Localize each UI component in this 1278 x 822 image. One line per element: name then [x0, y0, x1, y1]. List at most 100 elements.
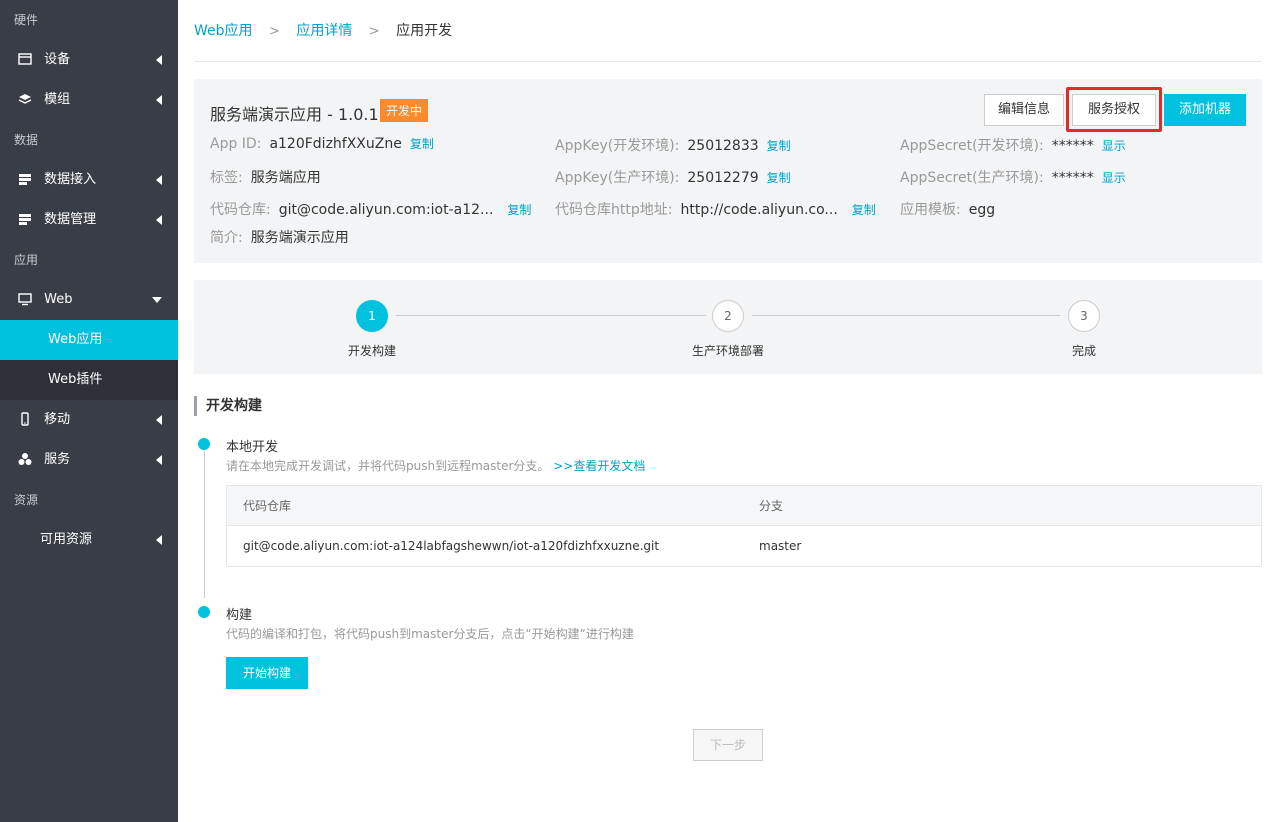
sidebar-item-data-manage[interactable]: 数据管理 [0, 200, 178, 240]
copy-appkey-dev-button[interactable]: 复制 [767, 139, 791, 153]
monitor-icon [18, 292, 32, 305]
local-dev-desc: 请在本地完成开发调试，并将代码push到远程master分支。 >>查看开发文档 [226, 457, 645, 474]
status-badge: 开发中 [380, 99, 429, 122]
chevron-left-icon [156, 215, 162, 225]
section-title: 开发构建 [194, 396, 262, 416]
chevron-left-icon [156, 175, 162, 185]
field-label: AppSecret(生产环境): [900, 170, 1044, 186]
breadcrumb-separator: > [268, 24, 280, 39]
sidebar-item-module[interactable]: 模组 [0, 80, 178, 120]
sidebar-section-hardware: 硬件 [14, 13, 39, 27]
field-label: 代码仓库: [210, 202, 271, 218]
timeline-dot [198, 606, 210, 618]
breadcrumb-web-app[interactable]: Web应用 [194, 23, 253, 39]
copy-repo-http-button[interactable]: 复制 [852, 203, 876, 217]
sidebar-item-label: 数据管理 [44, 212, 97, 227]
copy-app-id-button[interactable]: 复制 [410, 137, 434, 151]
sidebar-item-label: 数据接入 [44, 172, 97, 187]
field-value: ****** [1051, 138, 1094, 154]
timeline-line [204, 448, 205, 598]
start-build-button[interactable]: 开始构建 [226, 657, 308, 689]
sidebar-item-label: Web [44, 292, 73, 307]
add-machine-button[interactable]: 添加机器 [1164, 94, 1246, 126]
show-secret-dev-button[interactable]: 显示 [1102, 139, 1126, 153]
copy-repo-button[interactable]: 复制 [507, 203, 531, 217]
next-step-button[interactable]: 下一步 [693, 729, 763, 761]
step-2: 2 生产环境部署 [668, 300, 788, 359]
field-repo: 代码仓库: git@code.aliyun.com:iot-a12... 复制 [210, 199, 531, 219]
sidebar-item-data-access[interactable]: 数据接入 [0, 160, 178, 200]
database-icon [19, 213, 31, 225]
field-value: ****** [1051, 170, 1094, 186]
field-tag: 标签: 服务端应用 [210, 167, 321, 187]
field-app-id: App ID: a120FdizhfXXuZne 复制 [210, 135, 434, 152]
chevron-left-icon [156, 95, 162, 105]
chevron-left-icon [156, 55, 162, 65]
chevron-left-icon [156, 455, 162, 465]
field-appkey-prod: AppKey(生产环境): 25012279 复制 [555, 167, 791, 187]
build-desc: 代码的编译和打包，将代码push到master分支后，点击“开始构建”进行构建 [226, 627, 634, 641]
local-dev-desc-text: 请在本地完成开发调试，并将代码push到远程master分支。 [226, 459, 550, 473]
sidebar-item-web[interactable]: Web [0, 280, 178, 320]
breadcrumb-separator: > [368, 24, 380, 39]
field-template: 应用模板: egg [900, 199, 995, 219]
sidebar-item-device[interactable]: 设备 [0, 40, 178, 80]
field-value: egg [968, 202, 996, 218]
sidebar-item-label: 移动 [44, 412, 71, 427]
sidebar-item-mobile[interactable]: 移动 [0, 400, 178, 440]
step-number: 3 [1068, 300, 1100, 332]
table-row: git@code.aliyun.com:iot-a124labfagshewwn… [227, 526, 1261, 566]
sidebar-item-label: 服务 [44, 452, 71, 467]
sidebar-item-label: 可用资源 [40, 532, 93, 547]
step-connector [752, 315, 1060, 316]
local-dev-title: 本地开发 [226, 440, 279, 455]
timeline-dot [198, 438, 210, 450]
chevron-down-icon [152, 297, 162, 303]
repo-table: 代码仓库 分支 git@code.aliyun.com:iot-a124labf… [226, 485, 1262, 567]
service-auth-button[interactable]: 服务授权 [1072, 94, 1156, 126]
col-header-repo: 代码仓库 [243, 499, 292, 513]
field-value: 25012279 [687, 170, 759, 186]
field-secret-prod: AppSecret(生产环境): ****** 显示 [900, 167, 1126, 187]
step-label: 开发构建 [347, 344, 396, 358]
step-label: 完成 [1071, 344, 1096, 358]
field-desc: 简介: 服务端演示应用 [210, 227, 349, 247]
branch-name: master [759, 539, 802, 553]
step-number: 2 [712, 300, 744, 332]
step-indicator: 1 开发构建 2 生产环境部署 3 完成 [194, 280, 1262, 374]
sidebar-item-web-plugin[interactable]: Web插件 [0, 360, 178, 400]
field-label: AppSecret(开发环境): [900, 138, 1044, 154]
sidebar-item-service[interactable]: 服务 [0, 440, 178, 480]
cubes-icon [18, 452, 32, 465]
build-title: 构建 [226, 608, 253, 623]
chevron-left-icon [156, 535, 162, 545]
dev-doc-link[interactable]: >>查看开发文档 [553, 459, 645, 473]
field-value: http://code.aliyun.co... [680, 202, 838, 218]
edit-info-button[interactable]: 编辑信息 [984, 94, 1064, 126]
step-1: 1 开发构建 [312, 300, 432, 359]
field-secret-dev: AppSecret(开发环境): ****** 显示 [900, 135, 1126, 155]
repo-url: git@code.aliyun.com:iot-a124labfagshewwn… [243, 539, 660, 553]
table-header: 代码仓库 分支 [227, 486, 1261, 526]
copy-appkey-prod-button[interactable]: 复制 [767, 171, 791, 185]
chevron-left-icon [156, 415, 162, 425]
step-label: 生产环境部署 [691, 344, 764, 358]
step-3: 3 完成 [1024, 300, 1144, 359]
field-label: AppKey(开发环境): [555, 138, 680, 154]
phone-icon [21, 411, 29, 426]
field-appkey-dev: AppKey(开发环境): 25012833 复制 [555, 135, 791, 155]
sidebar-section-resources: 资源 [14, 493, 39, 507]
col-header-branch: 分支 [759, 499, 784, 513]
step-number: 1 [356, 300, 388, 332]
sidebar-item-label: 模组 [44, 92, 71, 107]
field-value: 25012833 [687, 138, 759, 154]
main-content: Web应用 > 应用详情 > 应用开发 服务端演示应用 - 1.0.1 开发中 … [194, 0, 1262, 822]
sidebar-section-app: 应用 [14, 253, 39, 267]
step-connector [396, 315, 706, 316]
field-label: App ID: [210, 136, 262, 152]
sidebar-item-web-app[interactable]: Web应用 [0, 320, 178, 360]
field-repo-http: 代码仓库http地址: http://code.aliyun.co... 复制 [555, 199, 876, 219]
breadcrumb-app-detail[interactable]: 应用详情 [296, 23, 352, 39]
show-secret-prod-button[interactable]: 显示 [1102, 171, 1126, 185]
sidebar-item-available-resources[interactable]: 可用资源 [0, 520, 178, 560]
